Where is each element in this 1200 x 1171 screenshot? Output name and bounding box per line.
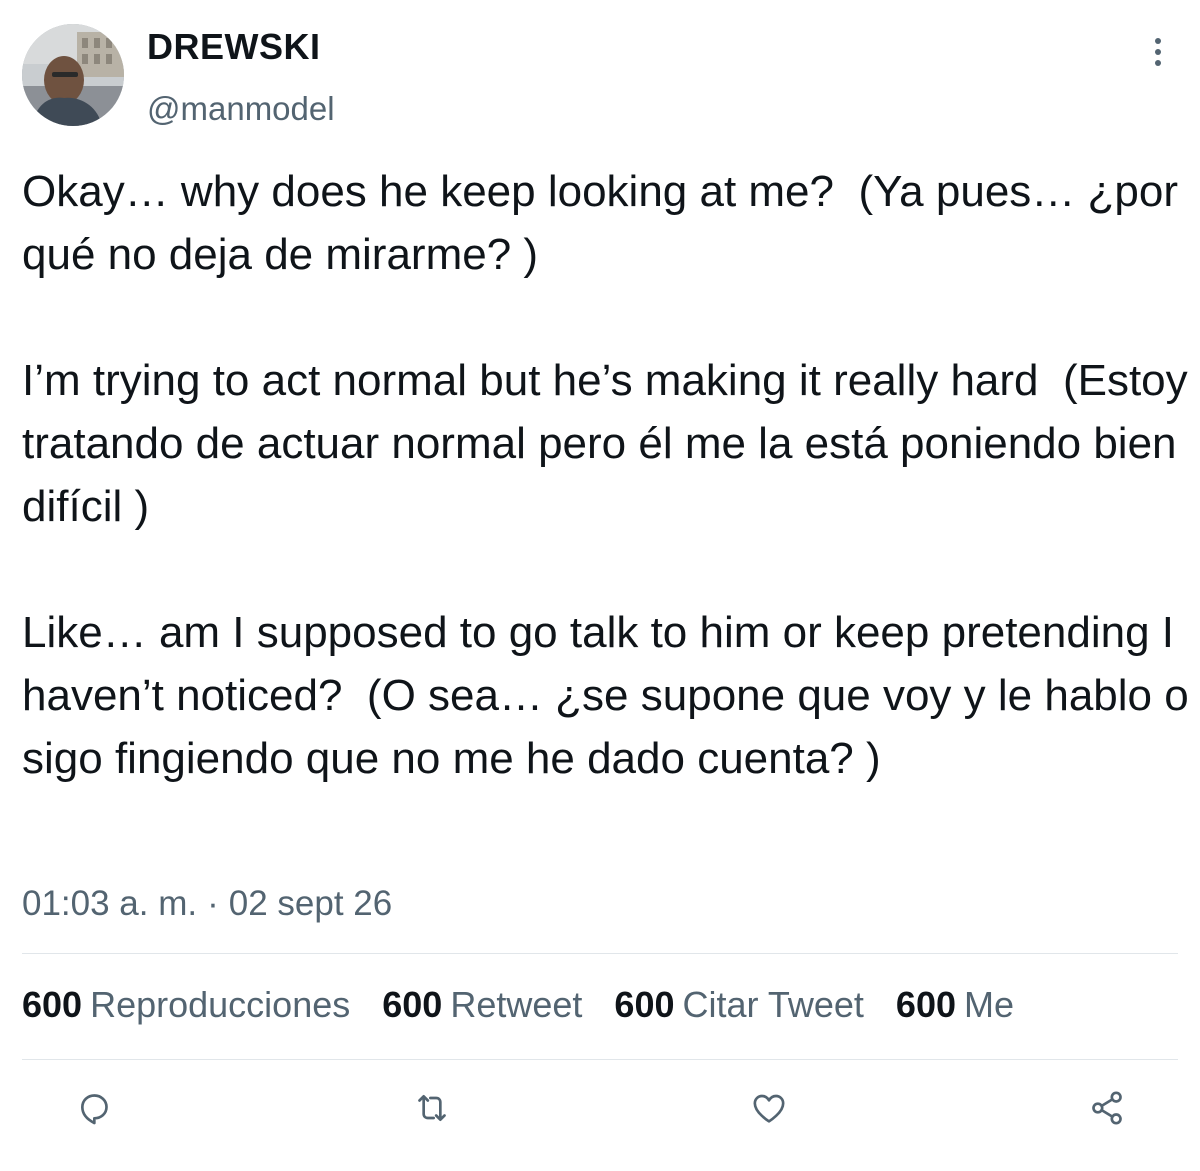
divider: [22, 1059, 1178, 1060]
stat-quote-tweets[interactable]: 600 Citar Tweet: [614, 984, 863, 1025]
user-handle[interactable]: @manmodel: [147, 90, 335, 128]
stat-label: Retweet: [450, 984, 583, 1025]
tweet-timestamp[interactable]: 01:03 a. m. · 02 sept 26: [22, 884, 392, 924]
display-name[interactable]: DREWSKI: [147, 26, 321, 68]
stat-label: Citar Tweet: [682, 984, 864, 1025]
stat-count: 600: [895, 984, 956, 1025]
tweet-paragraph: Okay… why does he keep looking at me? (Y…: [22, 167, 1191, 279]
stat-count: 600: [22, 984, 83, 1025]
reply-button[interactable]: [70, 1084, 118, 1132]
tweet-date: 02 sept 26: [228, 884, 393, 923]
stat-views[interactable]: 600 Reproducciones: [22, 984, 350, 1025]
divider: [22, 953, 1178, 954]
stat-label: Reproducciones: [90, 984, 351, 1025]
heart-icon: [753, 1094, 785, 1123]
tweet-paragraph: Like… am I supposed to go talk to him or…: [22, 608, 1200, 783]
more-options-button[interactable]: [1138, 30, 1178, 74]
retweet-button[interactable]: [408, 1084, 456, 1132]
stat-retweets[interactable]: 600 Retweet: [382, 984, 582, 1025]
tweet-text: Okay… why does he keep looking at me? (Y…: [22, 160, 1194, 790]
tweet-actions: [0, 1084, 1200, 1132]
avatar[interactable]: [22, 24, 124, 126]
stat-label: Me: [964, 984, 1015, 1025]
tweet-card: DREWSKI @manmodel Okay… why does he keep…: [0, 0, 1200, 1171]
share-button[interactable]: [1083, 1084, 1131, 1132]
stat-count: 600: [382, 984, 443, 1025]
stat-likes[interactable]: 600 Me: [896, 984, 1014, 1025]
timestamp-separator: ·: [207, 884, 219, 923]
more-vertical-icon: [1155, 38, 1161, 66]
tweet-stats: 600 Reproducciones 600 Retweet 600 Citar Tw…: [22, 984, 1200, 1026]
tweet-paragraph: I’m trying to act normal but he’s making…: [22, 356, 1200, 531]
stat-count: 600: [614, 984, 675, 1025]
reply-icon: [81, 1094, 108, 1125]
retweet-icon: [418, 1095, 446, 1121]
avatar-photo: [22, 24, 124, 126]
tweet-time: 01:03 a. m.: [22, 884, 198, 923]
share-icon: [1092, 1091, 1122, 1125]
like-button[interactable]: [745, 1084, 793, 1132]
